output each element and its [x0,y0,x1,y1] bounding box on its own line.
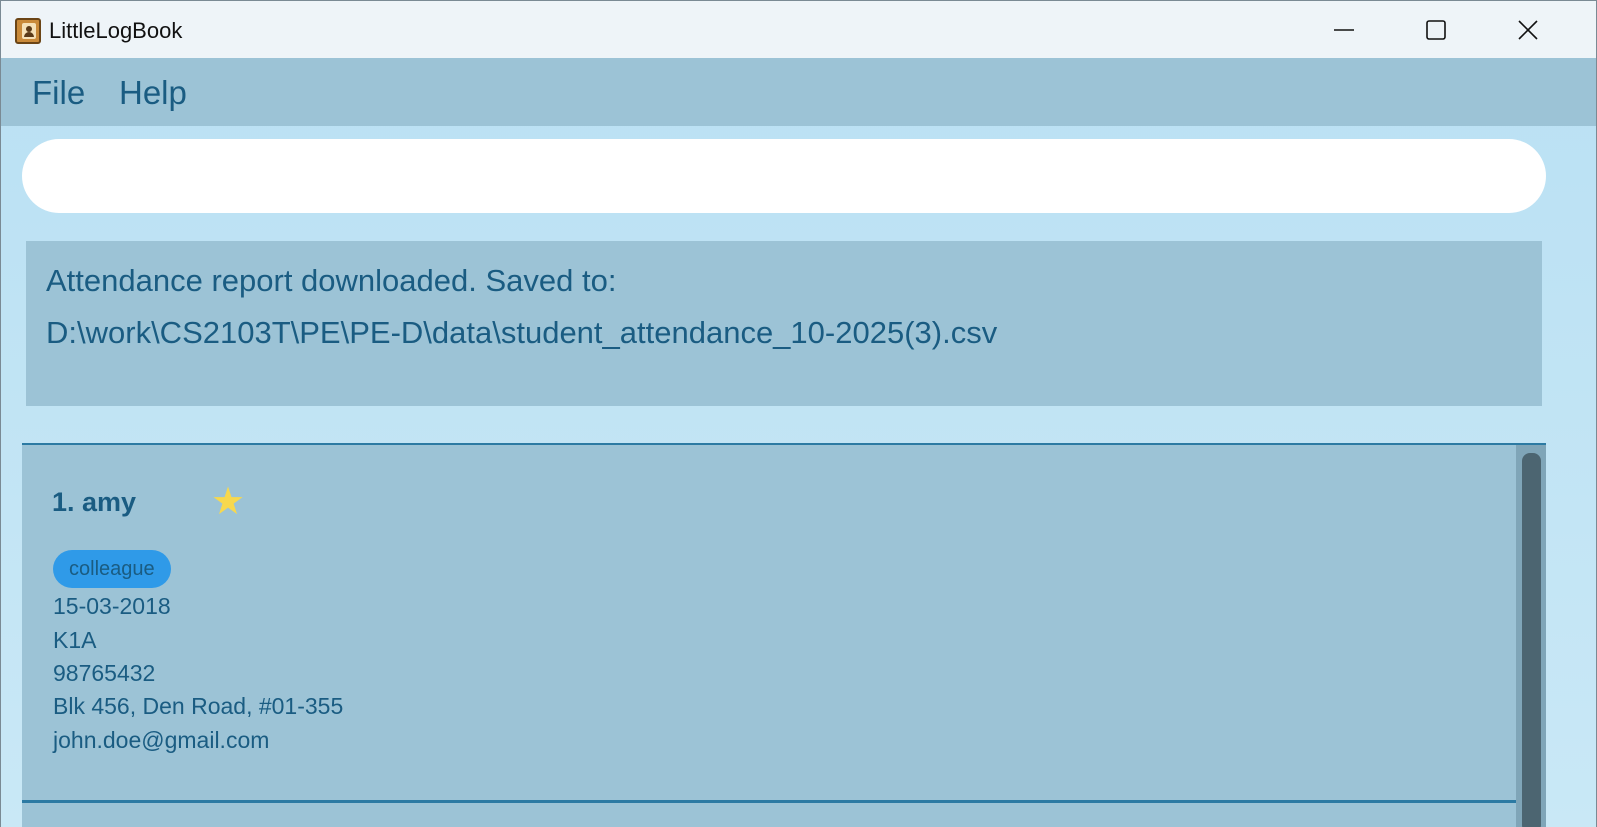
result-display: Attendance report downloaded. Saved to: … [26,241,1542,406]
scrollbar-thumb[interactable] [1522,453,1541,827]
person-address: Blk 456, Den Road, #01-355 [53,693,344,719]
window-title: LittleLogBook [49,18,183,43]
person-phone: 98765432 [53,660,156,686]
menu-file[interactable]: File [32,74,85,112]
person-email: john.doe@gmail.com [53,727,270,753]
close-icon [1518,19,1538,40]
result-file-path: D:\work\CS2103T\PE\PE-D\data\student_att… [46,315,998,350]
command-input[interactable] [22,139,1546,213]
result-message: Attendance report downloaded. Saved to: [46,263,617,298]
minimize-button[interactable] [1298,1,1390,58]
maximize-icon [1426,19,1446,40]
menu-bar: File Help [1,58,1596,126]
close-button[interactable] [1482,1,1574,58]
person-class: K1A [53,627,97,653]
person-date: 15-03-2018 [53,593,171,619]
menu-help[interactable]: Help [119,74,187,112]
person-card[interactable]: 1. amy ★ colleague 15-03-2018 K1A 987654… [22,445,1516,803]
star-icon: ★ [211,481,246,523]
scrollbar[interactable] [1516,445,1546,827]
address-book-icon [15,18,41,44]
tag-badge: colleague [53,550,171,588]
minimize-icon [1334,28,1354,31]
maximize-button[interactable] [1390,1,1482,58]
app-window: LittleLogBook File Help Attendance repor… [0,0,1597,827]
person-list[interactable]: 1. amy ★ colleague 15-03-2018 K1A 987654… [22,443,1546,827]
person-name: 1. amy [52,487,137,517]
title-bar[interactable]: LittleLogBook [1,1,1596,58]
